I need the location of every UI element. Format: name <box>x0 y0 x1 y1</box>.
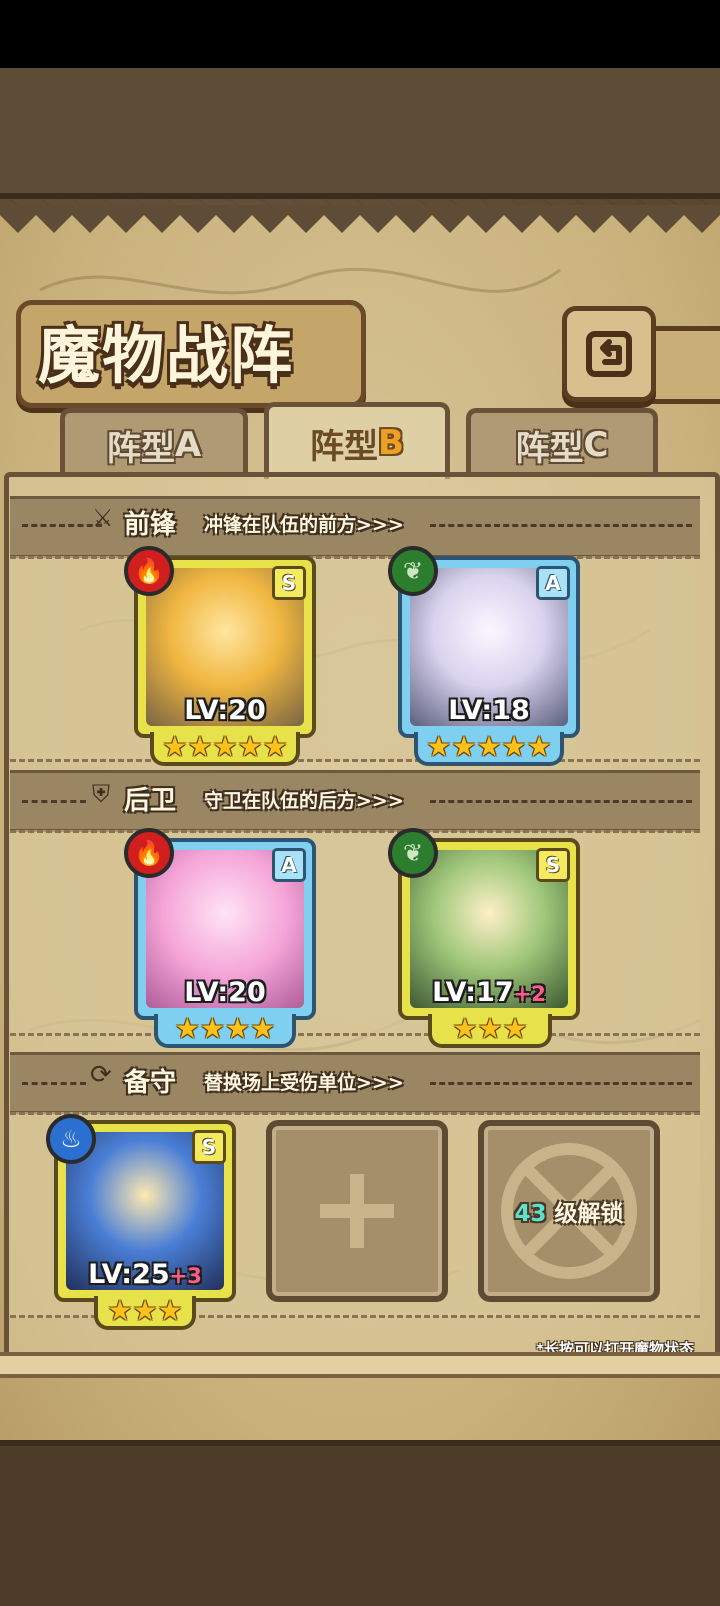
unit-stars: ★ ★ ★ <box>428 1014 552 1048</box>
star-icon: ★ <box>502 1012 528 1045</box>
return-arrow-icon <box>586 331 632 377</box>
star-icon: ★ <box>426 730 452 763</box>
unit-stars: ★ ★ ★ ★ ★ <box>414 732 564 766</box>
back-button[interactable] <box>562 306 656 402</box>
map-bottom-band <box>0 1440 720 1606</box>
star-icon: ★ <box>225 1012 251 1045</box>
tab-label: 阵型 <box>106 428 175 469</box>
rank-badge: S <box>192 1130 226 1164</box>
plus-icon <box>320 1174 394 1248</box>
star-icon: ★ <box>476 730 502 763</box>
rank-badge: A <box>272 848 306 882</box>
leaf-element-icon: ❦ <box>388 546 438 596</box>
sword-icon: ⚔ <box>92 504 114 532</box>
section-title: 前锋 <box>124 510 177 540</box>
tab-formation-a[interactable]: 阵型 A <box>60 408 248 477</box>
section-subtitle: 守卫在队伍的后方>>> <box>204 790 404 812</box>
star-icon: ★ <box>250 1012 276 1045</box>
unit-level: LV:25+3 <box>88 1259 202 1290</box>
star-icon: ★ <box>237 730 263 763</box>
rank-badge: S <box>536 848 570 882</box>
star-icon: ★ <box>157 1294 183 1327</box>
section-divider <box>22 800 86 803</box>
shield-icon: ⛨ <box>92 780 110 808</box>
fire-element-icon: 🔥 <box>124 828 174 878</box>
status-bar <box>0 0 720 68</box>
section-title: 备守 <box>124 1068 177 1098</box>
section-divider <box>22 1082 86 1085</box>
star-icon: ★ <box>501 730 527 763</box>
star-icon: ★ <box>162 730 188 763</box>
map-top-band <box>0 68 720 199</box>
leaf-element-icon: ❦ <box>388 828 438 878</box>
add-reserve-slot[interactable] <box>266 1120 448 1302</box>
section-title: 后卫 <box>124 786 177 816</box>
star-icon: ★ <box>477 1012 503 1045</box>
star-icon: ★ <box>107 1294 133 1327</box>
unit-level: LV:20 <box>184 695 266 726</box>
back-row <box>10 830 700 1036</box>
swap-icon: ⟳ <box>90 1060 112 1090</box>
front-row <box>10 556 700 762</box>
section-subtitle: 冲锋在队伍的前方>>> <box>204 514 404 536</box>
page-title: 魔物战阵 <box>38 319 295 392</box>
tab-formation-b[interactable]: 阵型 B <box>264 402 450 479</box>
unit-stars: ★ ★ ★ <box>94 1296 196 1330</box>
star-icon: ★ <box>199 1012 225 1045</box>
unit-level: LV:18 <box>448 695 530 726</box>
star-icon: ★ <box>174 1012 200 1045</box>
rank-badge: S <box>272 566 306 600</box>
section-divider <box>22 524 102 527</box>
unit-stars: ★ ★ ★ ★ ★ <box>150 732 300 766</box>
tab-letter: B <box>378 423 404 463</box>
tab-label: 阵型 <box>515 428 584 469</box>
rank-badge: A <box>536 566 570 600</box>
tab-formation-c[interactable]: 阵型 C <box>466 408 658 477</box>
star-icon: ★ <box>132 1294 158 1327</box>
star-icon: ★ <box>451 730 477 763</box>
tab-letter: C <box>583 425 609 465</box>
unit-level: LV:20 <box>184 977 266 1008</box>
star-icon: ★ <box>212 730 238 763</box>
tab-label: 阵型 <box>310 426 379 467</box>
star-icon: ★ <box>262 730 288 763</box>
tab-letter: A <box>174 425 202 465</box>
unit-level: LV:17+2 <box>432 977 546 1008</box>
star-icon: ★ <box>526 730 552 763</box>
water-element-icon: ♨ <box>46 1114 96 1164</box>
panel-bottom-rail <box>0 1352 720 1378</box>
section-divider <box>430 524 692 527</box>
section-subtitle: 替换场上受伤单位>>> <box>204 1072 404 1094</box>
section-divider <box>430 800 692 803</box>
section-divider <box>430 1082 692 1085</box>
unit-stars: ★ ★ ★ ★ <box>154 1014 296 1048</box>
star-icon: ★ <box>187 730 213 763</box>
unlock-requirement: 43 级解锁 <box>514 1201 624 1227</box>
star-icon: ★ <box>452 1012 478 1045</box>
locked-reserve-slot[interactable]: 43 级解锁 <box>478 1120 660 1302</box>
fire-element-icon: 🔥 <box>124 546 174 596</box>
